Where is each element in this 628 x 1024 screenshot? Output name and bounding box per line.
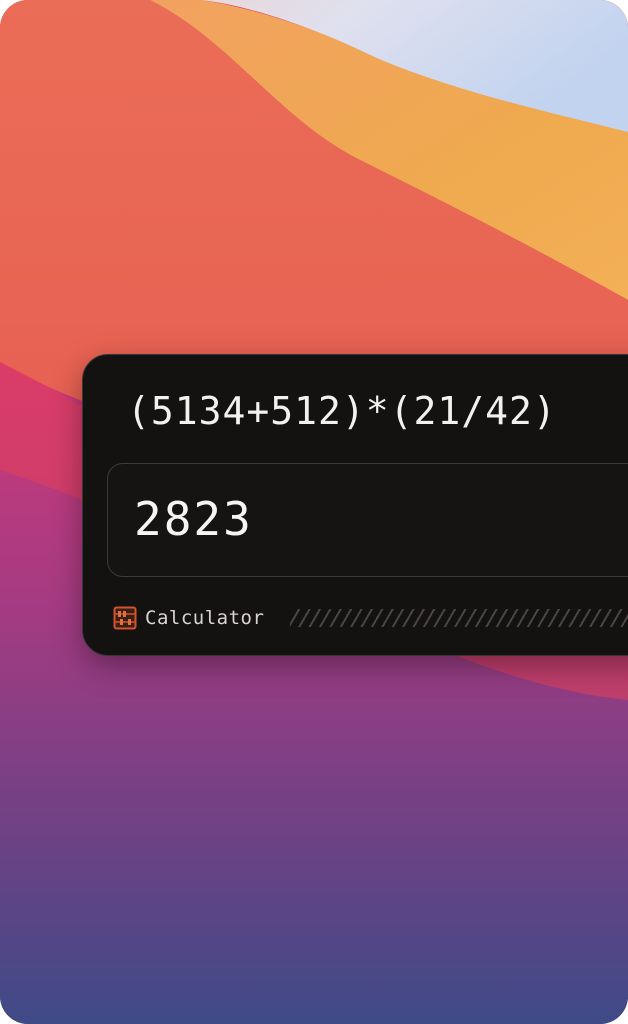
footer-hatch-divider — [290, 609, 628, 627]
source-footer: Calculator — [113, 605, 628, 631]
desktop-screen: (5134+512)*(21/42) 2823 Calculator — [0, 0, 628, 1024]
result-value[interactable]: 2823 — [134, 492, 253, 546]
abacus-icon — [113, 606, 137, 630]
result-box[interactable]: 2823 — [107, 463, 628, 577]
expression-query[interactable]: (5134+512)*(21/42) — [127, 389, 557, 433]
calculator-panel: (5134+512)*(21/42) 2823 Calculator — [82, 354, 628, 656]
source-label: Calculator — [145, 607, 265, 629]
